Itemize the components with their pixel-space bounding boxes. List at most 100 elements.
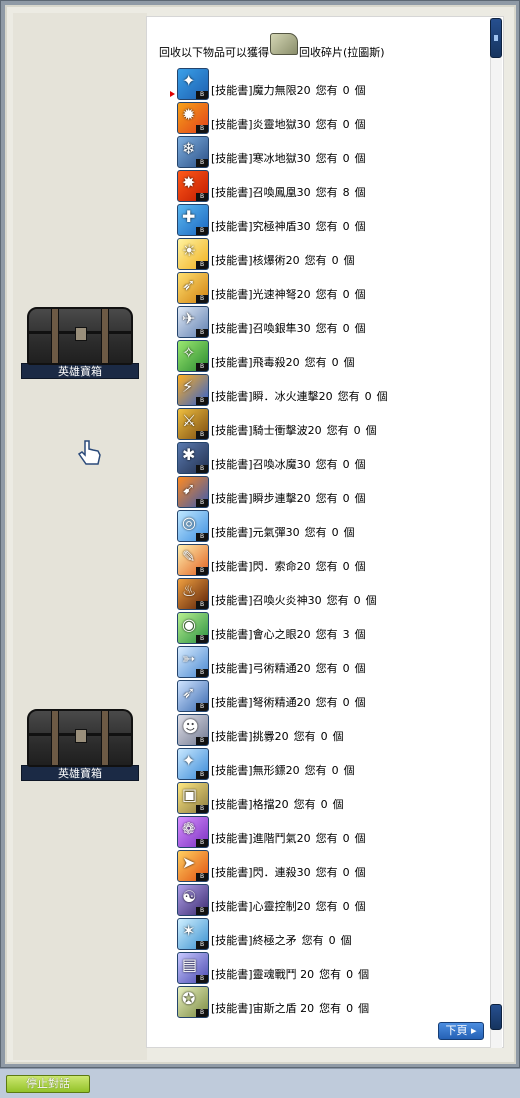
eye-icon: ◉ B: [177, 612, 209, 644]
list-item[interactable]: ✧ B [技能書]飛毒殺20 您有 0 個: [177, 339, 497, 373]
count-unit: 個: [358, 968, 370, 981]
taunt-icon: ☻ B: [177, 714, 209, 746]
list-item[interactable]: ➹ B [技能書]瞬步連擊20 您有 0 個: [177, 475, 497, 509]
list-item[interactable]: ✈ B [技能書]召喚銀隼30 您有 0 個: [177, 305, 497, 339]
list-item[interactable]: ✦ B [技能書]無形鏢20 您有 0 個: [177, 747, 497, 781]
slash-icon: ✎ B: [177, 544, 209, 576]
fire-ice-icon: ⚡ B: [177, 374, 209, 406]
owned-count: 0: [342, 900, 350, 913]
list-item[interactable]: ☀ B [技能書]核爆術20 您有 0 個: [177, 237, 497, 271]
scrollbar-down-button[interactable]: [490, 1004, 502, 1030]
list-item[interactable]: ✦ B [技能書]魔力無限20 您有 0 個: [177, 67, 497, 101]
list-item[interactable]: ✸ B [技能書]召喚鳳凰30 您有 8 個: [177, 169, 497, 203]
list-item[interactable]: ➤ B [技能書]閃．連殺30 您有 0 個: [177, 849, 497, 883]
count-unit: 個: [354, 866, 366, 879]
stop-talking-button[interactable]: 停止對話: [6, 1075, 90, 1093]
knight-icon: ⚔ B: [177, 408, 209, 440]
owned-label: 您有: [304, 764, 327, 777]
list-item[interactable]: ❄ B [技能書]寒冰地獄30 您有 0 個: [177, 135, 497, 169]
list-item[interactable]: ◉ B [技能書]會心之眼20 您有 3 個: [177, 611, 497, 645]
count-unit: 個: [354, 288, 366, 301]
list-item[interactable]: ✪ B [技能書]宙斯之盾 20 您有 0 個: [177, 985, 497, 1019]
item-name: [技能書]挑釁20: [211, 730, 289, 743]
list-item[interactable]: ➳ B [技能書]弓術精通20 您有 0 個: [177, 645, 497, 679]
recycle-fragment-icon: [270, 33, 298, 55]
zeus-shield-icon: ✪ B: [177, 986, 209, 1018]
owned-count: 0: [342, 322, 350, 335]
list-item[interactable]: ▤ B [技能書]靈魂戰鬥 20 您有 0 個: [177, 951, 497, 985]
header-text-after: 回收碎片(拉圖斯): [299, 46, 385, 59]
owned-label: 您有: [315, 900, 338, 913]
count-unit: 個: [365, 424, 377, 437]
owned-label: 您有: [315, 832, 338, 845]
owned-label: 您有: [315, 220, 338, 233]
ice-icon: ❄ B: [177, 136, 209, 168]
item-name: [技能書]弩術精通20: [211, 696, 311, 709]
owned-count: 0: [342, 118, 350, 131]
rune-icon: ✦ B: [177, 68, 209, 100]
list-item[interactable]: ❁ B [技能書]進階鬥氣20 您有 0 個: [177, 815, 497, 849]
owned-count: 0: [353, 424, 361, 437]
count-unit: 個: [365, 594, 377, 607]
item-name: [技能書]召喚鳳凰30: [211, 186, 311, 199]
owned-count: 8: [342, 186, 350, 199]
count-unit: 個: [343, 764, 355, 777]
next-page-button[interactable]: 下頁 ▸: [438, 1022, 484, 1040]
count-unit: 個: [354, 696, 366, 709]
list-item[interactable]: ✹ B [技能書]炎靈地獄30 您有 0 個: [177, 101, 497, 135]
bottom-bar: 停止對話: [0, 1068, 520, 1098]
item-name: [技能書]究極神盾30: [211, 220, 311, 233]
count-unit: 個: [354, 628, 366, 641]
list-item[interactable]: ▣ B [技能書]格擋20 您有 0 個: [177, 781, 497, 815]
item-name: [技能書]格擋20: [211, 798, 289, 811]
owned-label: 您有: [319, 968, 342, 981]
owned-label: 您有: [326, 594, 349, 607]
owned-count: 0: [353, 594, 361, 607]
item-name: [技能書]靈魂戰鬥 20: [211, 968, 315, 981]
list-item[interactable]: ✚ B [技能書]究極神盾30 您有 0 個: [177, 203, 497, 237]
list-item[interactable]: ✶ B [技能書]終極之矛 您有 0 個: [177, 917, 497, 951]
shield-icon: ✚ B: [177, 204, 209, 236]
list-item[interactable]: ⚡ B [技能書]瞬．冰火連擊20 您有 0 個: [177, 373, 497, 407]
count-unit: 個: [332, 798, 344, 811]
list-item[interactable]: ✱ B [技能書]召喚冰魔30 您有 0 個: [177, 441, 497, 475]
ice-demon-icon: ✱ B: [177, 442, 209, 474]
owned-label: 您有: [326, 424, 349, 437]
crossbow-mastery-icon: ➶ B: [177, 680, 209, 712]
list-item[interactable]: ◎ B [技能書]元氣彈30 您有 0 個: [177, 509, 497, 543]
owned-count: 0: [342, 220, 350, 233]
owned-label: 您有: [315, 152, 338, 165]
item-name: [技能書]光速神弩20: [211, 288, 311, 301]
recycle-item-list: 回收以下物品可以獲得 回收碎片(拉圖斯) ✦ B [技能書]魔力無限20 您有 0 個 ✹ B…: [146, 16, 504, 1048]
list-item[interactable]: ♨ B [技能書]召喚火炎神30 您有 0 個: [177, 577, 497, 611]
list-item[interactable]: ➶ B [技能書]光速神弩20 您有 0 個: [177, 271, 497, 305]
owned-count: 3: [342, 628, 350, 641]
list-item[interactable]: ➶ B [技能書]弩術精通20 您有 0 個: [177, 679, 497, 713]
owned-label: 您有: [337, 390, 360, 403]
list-item[interactable]: ⚔ B [技能書]騎士衝擊波20 您有 0 個: [177, 407, 497, 441]
count-unit: 個: [354, 662, 366, 675]
hero-chest-bottom: 英雄寶箱: [21, 709, 139, 781]
count-unit: 個: [354, 152, 366, 165]
list-item[interactable]: ☯ B [技能書]心靈控制20 您有 0 個: [177, 883, 497, 917]
explosion-icon: ☀ B: [177, 238, 209, 270]
owned-label: 您有: [315, 560, 338, 573]
scrollbar-thumb[interactable]: [490, 18, 502, 58]
owned-count: 0: [331, 356, 339, 369]
item-name: [技能書]心靈控制20: [211, 900, 311, 913]
owned-count: 0: [346, 1002, 354, 1015]
item-name: [技能書]召喚火炎神30: [211, 594, 322, 607]
scrollbar-track[interactable]: [490, 18, 502, 1048]
item-name: [技能書]閃．連殺30: [211, 866, 311, 879]
item-name: [技能書]飛毒殺20: [211, 356, 300, 369]
npc-panel: 英雄寶箱 英雄寶箱: [13, 13, 147, 1060]
list-item[interactable]: ☻ B [技能書]挑釁20 您有 0 個: [177, 713, 497, 747]
item-name: [技能書]騎士衝擊波20: [211, 424, 322, 437]
count-unit: 個: [358, 1002, 370, 1015]
count-unit: 個: [343, 526, 355, 539]
count-unit: 個: [354, 458, 366, 471]
list-item[interactable]: ✎ B [技能書]閃．索命20 您有 0 個: [177, 543, 497, 577]
owned-count: 0: [331, 526, 339, 539]
count-unit: 個: [354, 560, 366, 573]
count-unit: 個: [354, 322, 366, 335]
